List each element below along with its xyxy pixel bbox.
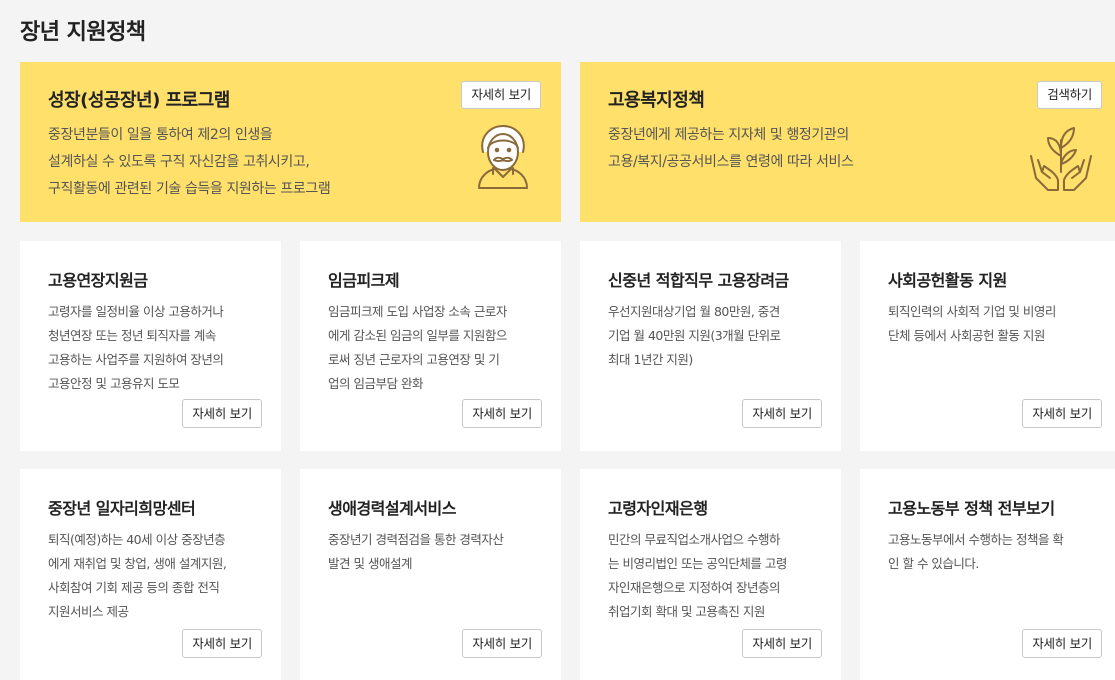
- view-details-button[interactable]: 자세히 보기: [462, 399, 542, 428]
- view-details-button[interactable]: 자세히 보기: [462, 629, 542, 658]
- hero-description: 중장년에게 제공하는 지자체 및 행정기관의 고용/복지/공공서비스를 연령에 …: [608, 122, 854, 176]
- hero-description-line: 구직활동에 관련된 기술 습득을 지원하는 프로그램: [48, 181, 331, 197]
- view-details-button[interactable]: 자세히 보기: [1022, 629, 1102, 658]
- page-title: 장년 지원정책: [20, 20, 146, 45]
- hands-plant-icon: [1030, 127, 1092, 191]
- view-details-button[interactable]: 자세히 보기: [461, 81, 541, 109]
- card-description-line: 최대 1년간 지원): [608, 352, 693, 367]
- hero-description-line: 설계하실 수 있도록 구직 자신감을 고취시키고,: [48, 154, 310, 170]
- hero-description: 중장년분들이 일을 통하여 제2의 인생을 설계하실 수 있도록 구직 자신감을…: [48, 122, 331, 203]
- card-title: 중장년 일자리희망센터: [48, 499, 196, 518]
- hero-title: 성장(성공장년) 프로그램: [48, 90, 230, 111]
- policy-card-career-design-service: 생애경력설계서비스 중장년기 경력점검을 통한 경력자산 발견 및 생애설계 자…: [300, 469, 561, 680]
- search-button[interactable]: 검색하기: [1037, 81, 1102, 109]
- card-description: 고용노동부에서 수행하는 정책을 확 인 할 수 있습니다.: [888, 528, 1102, 576]
- policy-card-job-hope-center: 중장년 일자리희망센터 퇴직(예정)하는 40세 이상 중장년층 에게 재취업 …: [20, 469, 281, 680]
- policy-card-employment-extension: 고용연장지원금 고령자를 일정비율 이상 고용하거나 청년연장 또는 정년 퇴직…: [20, 241, 281, 451]
- policy-card-wage-peak: 임금피크제 임금피크제 도입 사업장 소속 근로자 에게 감소된 임금의 일부를…: [300, 241, 561, 451]
- hero-banner-senior-program: 성장(성공장년) 프로그램 자세히 보기 중장년분들이 일을 통하여 제2의 인…: [20, 62, 561, 222]
- card-description-line: 로써 징년 근로자의 고용연장 및 기: [328, 352, 500, 367]
- card-description-line: 에게 감소된 임금의 일부를 지원함으: [328, 328, 507, 343]
- card-description-line: 지원서비스 제공: [48, 604, 129, 619]
- card-description-line: 고령자를 일정비율 이상 고용하거나: [48, 304, 224, 319]
- elderly-person-icon: [478, 125, 528, 189]
- card-description: 퇴직인력의 사회적 기업 및 비영리 단체 등에서 사회공헌 활동 지원: [888, 300, 1102, 348]
- card-title: 임금피크제: [328, 271, 400, 290]
- policy-card-all-labor-ministry-policies: 고용노동부 정책 전부보기 고용노동부에서 수행하는 정책을 확 인 할 수 있…: [860, 469, 1115, 680]
- hero-description-line: 중장년분들이 일을 통하여 제2의 인생을: [48, 127, 273, 143]
- card-description-line: 퇴직인력의 사회적 기업 및 비영리: [888, 304, 1056, 319]
- card-title: 고용연장지원금: [48, 271, 148, 290]
- view-details-button[interactable]: 자세히 보기: [182, 399, 262, 428]
- view-details-button[interactable]: 자세히 보기: [182, 629, 262, 658]
- card-description-line: 우선지원대상기업 월 80만원, 중견: [608, 304, 780, 319]
- card-description: 우선지원대상기업 월 80만원, 중견 기업 월 40만원 지원(3개월 단위로…: [608, 300, 822, 372]
- policy-card-senior-talent-bank: 고령자인재은행 민간의 무료직업소개사업으 수행하 는 비영리법인 또는 공익단…: [580, 469, 841, 680]
- card-description: 고령자를 일정비율 이상 고용하거나 청년연장 또는 정년 퇴직자를 계속 고용…: [48, 300, 262, 396]
- view-details-button[interactable]: 자세히 보기: [742, 399, 822, 428]
- card-description: 퇴직(예정)하는 40세 이상 중장년층 에게 재취업 및 창업, 생애 설계지…: [48, 528, 262, 624]
- card-description-line: 청년연장 또는 정년 퇴직자를 계속: [48, 328, 216, 343]
- card-title: 신중년 적합직무 고용장려금: [608, 271, 789, 290]
- card-description-line: 발견 및 생애설계: [328, 556, 412, 571]
- card-description-line: 인 할 수 있습니다.: [888, 556, 979, 571]
- card-description-line: 자인재은행으로 지정하여 장년층의: [608, 580, 780, 595]
- view-details-button[interactable]: 자세히 보기: [1022, 399, 1102, 428]
- card-title: 고용노동부 정책 전부보기: [888, 499, 1055, 518]
- policy-card-new-middle-aged-job-subsidy: 신중년 적합직무 고용장려금 우선지원대상기업 월 80만원, 중견 기업 월 …: [580, 241, 841, 451]
- card-description-line: 에게 재취업 및 창업, 생애 설계지원,: [48, 556, 227, 571]
- card-description-line: 퇴직(예정)하는 40세 이상 중장년층: [48, 532, 226, 547]
- card-description-line: 민간의 무료직업소개사업으 수행하: [608, 532, 780, 547]
- card-description-line: 는 비영리법인 또는 공익단체를 고령: [608, 556, 787, 571]
- hero-description-line: 중장년에게 제공하는 지자체 및 행정기관의: [608, 127, 849, 143]
- card-description-line: 중장년기 경력점검을 통한 경력자산: [328, 532, 504, 547]
- card-description-line: 사회참여 기회 제공 등의 종합 전직: [48, 580, 220, 595]
- card-description-line: 취업기회 확대 및 고용촉진 지원: [608, 604, 765, 619]
- card-description-line: 고용하는 사업주를 지원하여 장년의: [48, 352, 224, 367]
- card-description-line: 기업 월 40만원 지원(3개월 단위로: [608, 328, 781, 343]
- card-description: 민간의 무료직업소개사업으 수행하 는 비영리법인 또는 공익단체를 고령 자인…: [608, 528, 822, 624]
- hero-banner-employment-welfare: 고용복지정책 검색하기 중장년에게 제공하는 지자체 및 행정기관의 고용/복지…: [580, 62, 1115, 222]
- card-description-line: 단체 등에서 사회공헌 활동 지원: [888, 328, 1045, 343]
- card-description-line: 업의 임금부담 완화: [328, 376, 423, 391]
- hero-title: 고용복지정책: [608, 90, 705, 111]
- hero-description-line: 고용/복지/공공서비스를 연령에 따라 서비스: [608, 154, 854, 170]
- card-description: 임금피크제 도입 사업장 소속 근로자 에게 감소된 임금의 일부를 지원함으 …: [328, 300, 542, 396]
- card-description-line: 고용노동부에서 수행하는 정책을 확: [888, 532, 1064, 547]
- card-title: 생애경력설계서비스: [328, 499, 456, 518]
- card-title: 사회공헌활동 지원: [888, 271, 1007, 290]
- view-details-button[interactable]: 자세히 보기: [742, 629, 822, 658]
- card-description: 중장년기 경력점검을 통한 경력자산 발견 및 생애설계: [328, 528, 542, 576]
- card-description-line: 임금피크제 도입 사업장 소속 근로자: [328, 304, 507, 319]
- card-description-line: 고용안정 및 고용유지 도모: [48, 376, 180, 391]
- card-title: 고령자인재은행: [608, 499, 708, 518]
- policy-card-social-contribution: 사회공헌활동 지원 퇴직인력의 사회적 기업 및 비영리 단체 등에서 사회공헌…: [860, 241, 1115, 451]
